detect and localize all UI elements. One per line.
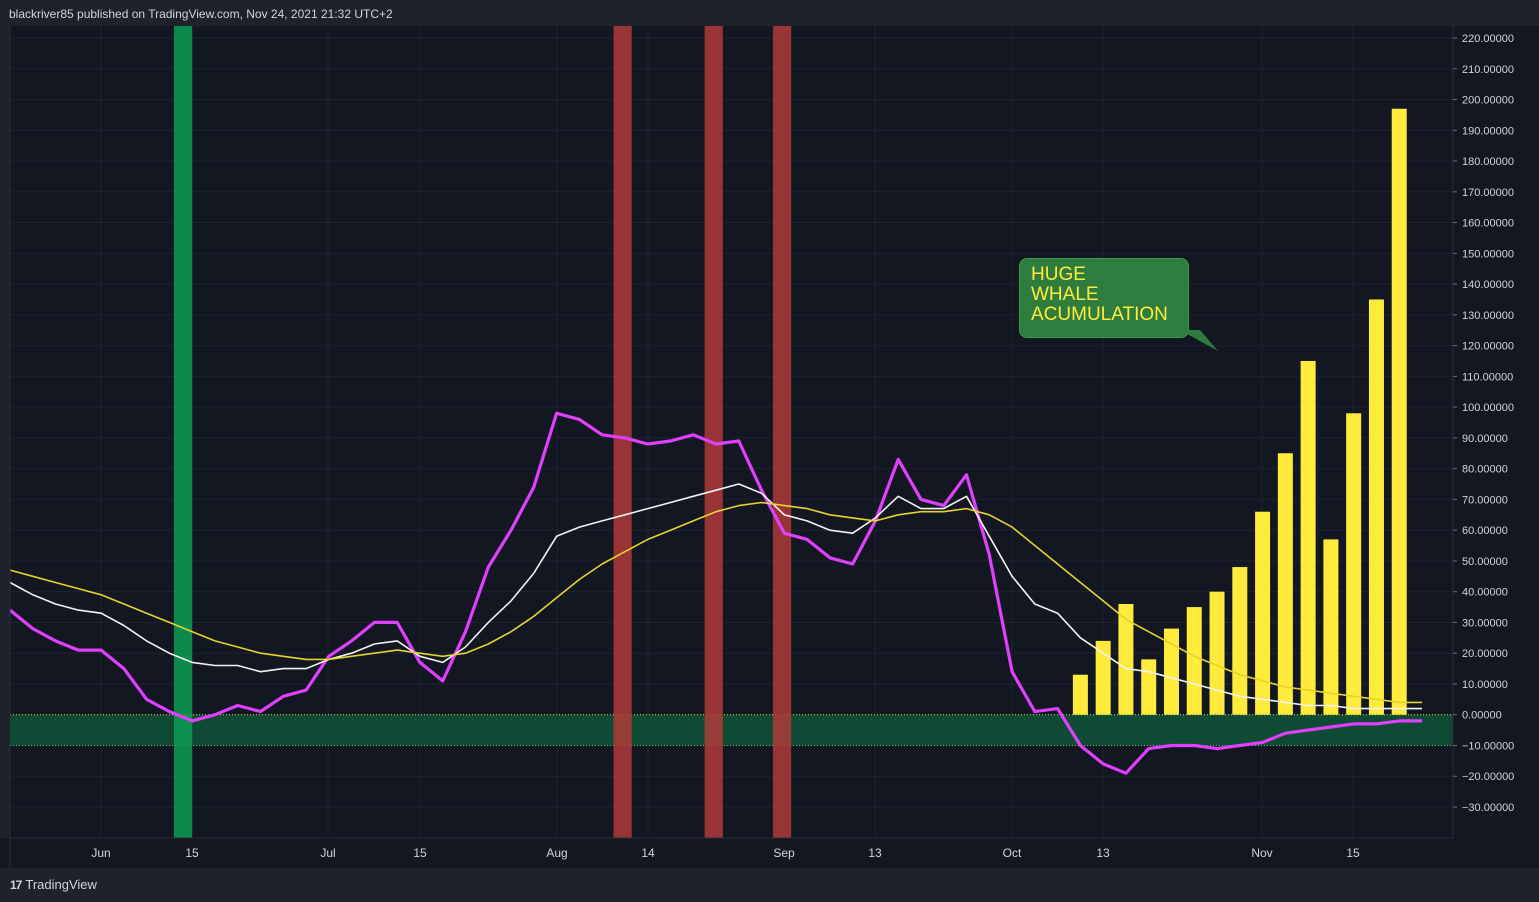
x-tick-label: 15 — [185, 846, 199, 860]
volume-bar — [1300, 360, 1316, 715]
y-tick-label: 110.00000 — [1462, 371, 1513, 383]
whale-accumulation-callout[interactable]: HUGE WHALE ACUMULATION — [1019, 258, 1189, 338]
x-tick-label: Jul — [320, 846, 335, 860]
y-tick-label: 190.00000 — [1462, 125, 1514, 137]
x-axis-panel — [0, 838, 1539, 868]
callout-line-3: ACUMULATION — [1031, 304, 1168, 325]
chart-area[interactable]: 220.00000 210.00000 200.00000 190.00000 180.… — [0, 26, 1539, 868]
y-tick-label: 210.00000 — [1462, 64, 1514, 76]
publisher-line: blackriver85 published on TradingView.co… — [9, 7, 393, 21]
volume-bar — [1368, 299, 1384, 715]
tradingview-footer: 17 TradingView — [0, 868, 1539, 902]
price-chart[interactable]: 220.00000 210.00000 200.00000 190.00000 180.… — [0, 26, 1539, 868]
y-tick-label: 200.00000 — [1462, 95, 1514, 107]
x-tick-label: 14 — [641, 846, 655, 860]
y-tick-label: 80.00000 — [1462, 464, 1508, 476]
highlight-bar — [704, 26, 723, 838]
y-tick-label: 120.00000 — [1462, 341, 1514, 353]
volume-bar — [1072, 674, 1088, 715]
callout-pointer — [1180, 330, 1218, 351]
x-tick-label: Jun — [91, 846, 110, 860]
volume-bar — [1118, 603, 1134, 715]
y-tick-label: 170.00000 — [1462, 187, 1514, 199]
y-tick-label: 40.00000 — [1462, 587, 1508, 599]
y-tick-label: 140.00000 — [1462, 279, 1514, 291]
y-tick-label: 150.00000 — [1462, 248, 1514, 260]
y-tick-label: 220.00000 — [1462, 33, 1514, 45]
y-tick-label: 90.00000 — [1462, 433, 1508, 445]
x-tick-label: 13 — [868, 846, 882, 860]
y-tick-label: 130.00000 — [1462, 310, 1514, 322]
x-tick-label: Aug — [546, 846, 567, 860]
y-tick-label: 100.00000 — [1462, 402, 1514, 414]
x-tick-label: 13 — [1096, 846, 1110, 860]
y-tick-label: 70.00000 — [1462, 494, 1508, 506]
y-tick-label: 30.00000 — [1462, 617, 1508, 629]
y-tick-label: 10.00000 — [1462, 679, 1508, 691]
y-tick-label: 180.00000 — [1462, 156, 1514, 168]
tradingview-logo[interactable]: 17 TradingView — [10, 877, 97, 892]
x-tick-label: Nov — [1251, 846, 1272, 860]
volume-bar — [1232, 567, 1248, 715]
x-tick-label: Oct — [1003, 846, 1022, 860]
y-tick-label: 0.00000 — [1462, 710, 1502, 722]
y-tick-label: 160.00000 — [1462, 218, 1514, 230]
highlight-bar — [613, 26, 632, 838]
volume-bar — [1346, 413, 1362, 715]
y-tick-label: 50.00000 — [1462, 556, 1508, 568]
y-tick-label: −20.00000 — [1462, 771, 1514, 783]
x-tick-label: 15 — [1346, 846, 1360, 860]
highlight-bar — [772, 26, 792, 838]
tradingview-mark-icon: 17 — [10, 877, 22, 892]
tradingview-brand: TradingView — [25, 877, 97, 892]
volume-bar — [1323, 539, 1339, 715]
callout-line-2: WHALE — [1031, 284, 1099, 305]
volume-bar — [1141, 659, 1157, 715]
volume-bar — [1277, 453, 1293, 715]
volume-bar — [1255, 511, 1271, 715]
volume-bar — [1209, 591, 1225, 715]
volume-bar — [1186, 607, 1202, 715]
volume-bar — [1391, 108, 1407, 715]
publisher-header: blackriver85 published on TradingView.co… — [0, 0, 1539, 26]
x-tick-label: Sep — [773, 846, 795, 860]
y-tick-label: 20.00000 — [1462, 648, 1508, 660]
callout-line-1: HUGE — [1031, 264, 1086, 285]
y-tick-label: −10.00000 — [1462, 740, 1514, 752]
x-tick-label: 15 — [413, 846, 427, 860]
y-tick-label: −30.00000 — [1462, 802, 1514, 814]
volume-bar — [1095, 640, 1111, 715]
y-tick-label: 60.00000 — [1462, 525, 1508, 537]
zone-accumulation-band — [10, 714, 1453, 746]
